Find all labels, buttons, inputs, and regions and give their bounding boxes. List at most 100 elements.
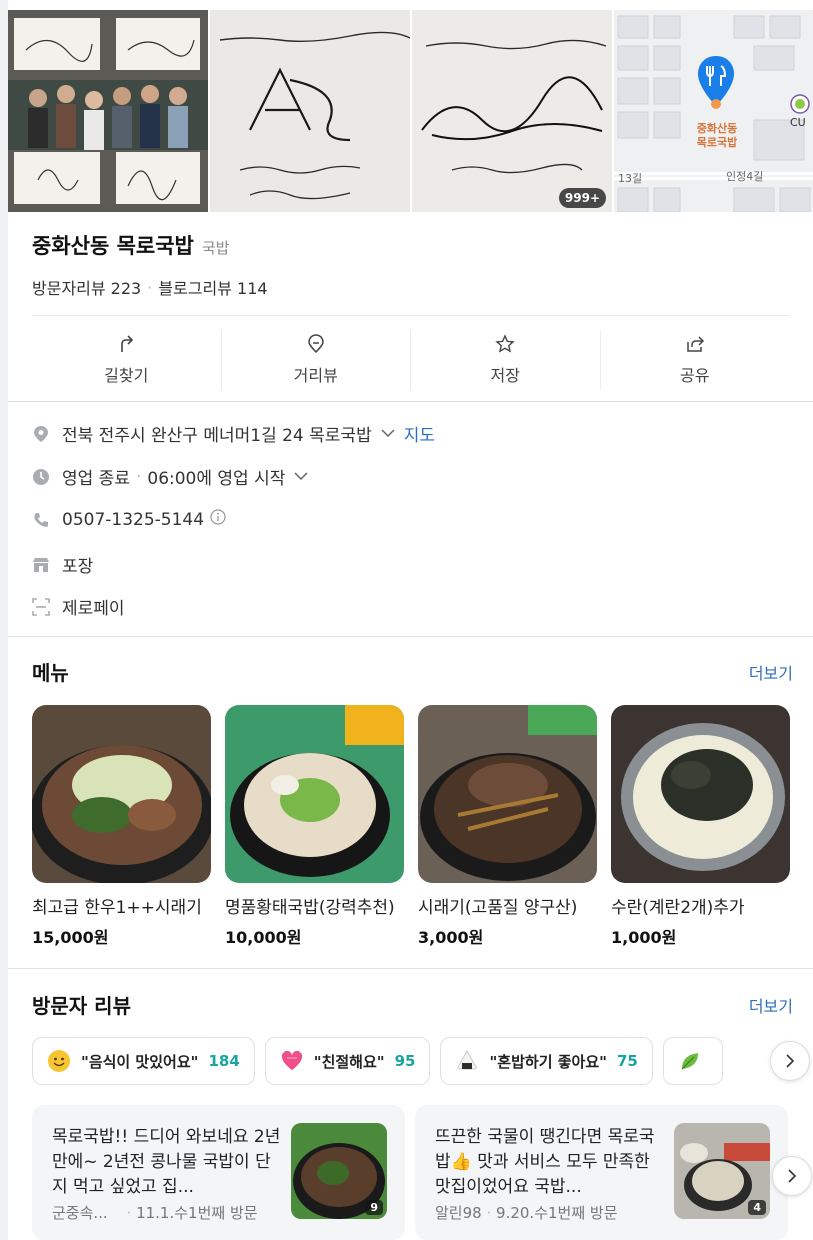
photo-count: 4 [748, 1200, 766, 1215]
keyword-count: 95 [394, 1052, 416, 1070]
separator-dot: · [147, 277, 153, 297]
map-road-label: 인정4길 [726, 170, 764, 183]
chevron-right-icon [786, 1054, 795, 1068]
map-store-label: CU [790, 116, 806, 129]
section-divider [8, 636, 813, 637]
review-meta: 알린98 · 9.20.수1번째 방문 [435, 1202, 618, 1223]
keyword-text: "친절해요" [313, 1052, 385, 1071]
review-author[interactable]: 군중속... [52, 1204, 108, 1222]
keyword-chips: "음식이 맛있어요" 184 "친절해요" 95 "혼밥하기 좋아요" 75 [32, 1037, 723, 1085]
photo-autograph-1[interactable] [210, 10, 410, 212]
review-visit-info: 11.1.수1번째 방문 [136, 1204, 258, 1222]
smile-emoji-icon [48, 1050, 70, 1072]
menu-item[interactable]: 명품황태국밥(강력추천) 10,000원 [225, 705, 404, 948]
star-icon [495, 334, 515, 353]
phone-row: 0507-1325-5144 [32, 509, 792, 530]
menu-item-name: 명품황태국밥(강력추천) [225, 898, 395, 918]
map-link[interactable]: 지도 [404, 421, 435, 446]
map-road-label: 13길 [618, 172, 643, 185]
keyword-next-button[interactable] [770, 1041, 810, 1081]
menu-item-price: 15,000원 [32, 928, 109, 947]
cu-store-icon [790, 94, 810, 114]
review-photo[interactable]: 4 [674, 1123, 770, 1219]
service-option: 포장 [62, 557, 94, 577]
menu-item-name: 수란(계란2개)추가 [611, 898, 745, 918]
review-more-link[interactable]: 더보기 [749, 993, 793, 1017]
menu-item-photo[interactable] [225, 705, 404, 883]
menu-item[interactable]: 수란(계란2개)추가 1,000원 [611, 705, 790, 948]
menu-item-name: 시래기(고품질 양구산) [418, 898, 578, 918]
hours-row: 영업 종료 · 06:00에 영업 시작 [32, 464, 792, 489]
keyword-chip[interactable] [662, 1037, 723, 1085]
review-cards: 목로국밥!! 드디어 와보네요 2년만에~ 2년전 콩나물 국밥이 단지 먹고 … [32, 1105, 788, 1240]
separator-dot: · [486, 1204, 492, 1222]
place-name: 중화산동 목로국밥 [32, 234, 194, 258]
separator-dot: · [135, 466, 142, 487]
photo-count-badge[interactable]: 999+ [558, 188, 606, 208]
share-button[interactable]: 공유 [601, 330, 790, 390]
visitor-review-count[interactable]: 방문자리뷰 223 [32, 275, 141, 299]
map-pin-label-1: 중화산동 [696, 122, 738, 135]
photo-autograph-2[interactable]: 999+ [412, 10, 612, 212]
keyword-chip[interactable]: "음식이 맛있어요" 184 [32, 1037, 255, 1085]
photo-strip: 999+ 중화산동 목로국밥 13길 인정4길 CU [8, 10, 813, 212]
menu-item[interactable]: 최고급 한우1++시래기 15,000원 [32, 705, 211, 948]
review-visit-info: 9.20.수1번째 방문 [496, 1204, 618, 1222]
opening-time: 06:00에 영업 시작 [147, 469, 286, 489]
review-card[interactable]: 목로국밥!! 드디어 와보네요 2년만에~ 2년전 콩나물 국밥이 단지 먹고 … [32, 1105, 405, 1240]
review-card[interactable]: 뜨끈한 국물이 땡긴다면 목로국밥👍 맛과 서비스 모두 만족한 맛집이었어요 … [415, 1105, 788, 1240]
chevron-down-icon[interactable] [293, 467, 309, 487]
review-counts: 방문자리뷰 223 · 블로그리뷰 114 [32, 275, 268, 299]
rice-ball-emoji-icon [456, 1049, 479, 1070]
share-label: 공유 [680, 366, 710, 385]
zeropay-icon [32, 597, 50, 616]
review-next-button[interactable] [772, 1156, 812, 1196]
keyword-chip[interactable]: "혼밥하기 좋아요" 75 [440, 1037, 653, 1085]
menu-item-photo[interactable] [611, 705, 790, 883]
menu-item-photo[interactable] [32, 705, 211, 883]
business-status: 영업 종료 [62, 469, 130, 489]
menu-more-link[interactable]: 더보기 [749, 660, 793, 684]
street-view-icon [307, 334, 324, 354]
info-circle-icon[interactable] [210, 509, 226, 530]
directions-button[interactable]: 길찾기 [32, 330, 222, 390]
save-label: 저장 [490, 366, 520, 385]
divider [32, 315, 789, 316]
share-icon [687, 336, 704, 352]
keyword-count: 184 [208, 1052, 240, 1070]
review-meta: 군중속... · 11.1.수1번째 방문 [52, 1202, 258, 1223]
section-divider [8, 968, 813, 969]
menu-section-title: 메뉴 [32, 661, 69, 685]
section-divider [8, 401, 813, 402]
service-row: 포장 [32, 552, 792, 577]
keyword-text: "혼밥하기 좋아요" [489, 1052, 607, 1071]
menu-list: 최고급 한우1++시래기 15,000원 명품황태국밥(강력추천) 10,000… [32, 705, 790, 948]
menu-item-photo[interactable] [418, 705, 597, 883]
address-text: 전북 전주시 완산구 메너머1길 24 목로국밥 [62, 426, 372, 446]
blog-review-count[interactable]: 블로그리뷰 114 [158, 275, 267, 299]
phone-number[interactable]: 0507-1325-5144 [62, 510, 204, 530]
menu-item-price: 3,000원 [418, 928, 484, 947]
heart-emoji-icon [281, 1050, 302, 1070]
review-section-title: 방문자 리뷰 [32, 994, 131, 1018]
directions-label: 길찾기 [104, 366, 149, 385]
review-text: 뜨끈한 국물이 땡긴다면 목로국밥👍 맛과 서비스 모두 만족한 맛집이었어요 … [435, 1127, 655, 1197]
photo-group-autographs[interactable] [8, 10, 208, 212]
leaf-emoji-icon [681, 1053, 698, 1070]
chevron-right-icon [788, 1169, 797, 1183]
map-thumbnail[interactable]: 중화산동 목로국밥 13길 인정4길 CU [614, 10, 813, 212]
menu-item[interactable]: 시래기(고품질 양구산) 3,000원 [418, 705, 597, 948]
keyword-chip[interactable]: "친절해요" 95 [264, 1037, 431, 1085]
chevron-down-icon[interactable] [380, 424, 396, 444]
review-text: 목로국밥!! 드디어 와보네요 2년만에~ 2년전 콩나물 국밥이 단지 먹고 … [52, 1127, 281, 1197]
map-pin-label-2: 목로국밥 [696, 136, 738, 149]
review-author[interactable]: 알린98 [435, 1204, 482, 1222]
payment-row: 제로페이 [32, 594, 792, 619]
street-view-button[interactable]: 거리뷰 [222, 330, 411, 390]
store-icon [32, 556, 50, 574]
save-button[interactable]: 저장 [411, 330, 601, 390]
review-photo[interactable]: 9 [291, 1123, 387, 1219]
photo-count: 9 [365, 1200, 383, 1215]
street-view-label: 거리뷰 [293, 366, 338, 385]
keyword-count: 75 [616, 1052, 638, 1070]
